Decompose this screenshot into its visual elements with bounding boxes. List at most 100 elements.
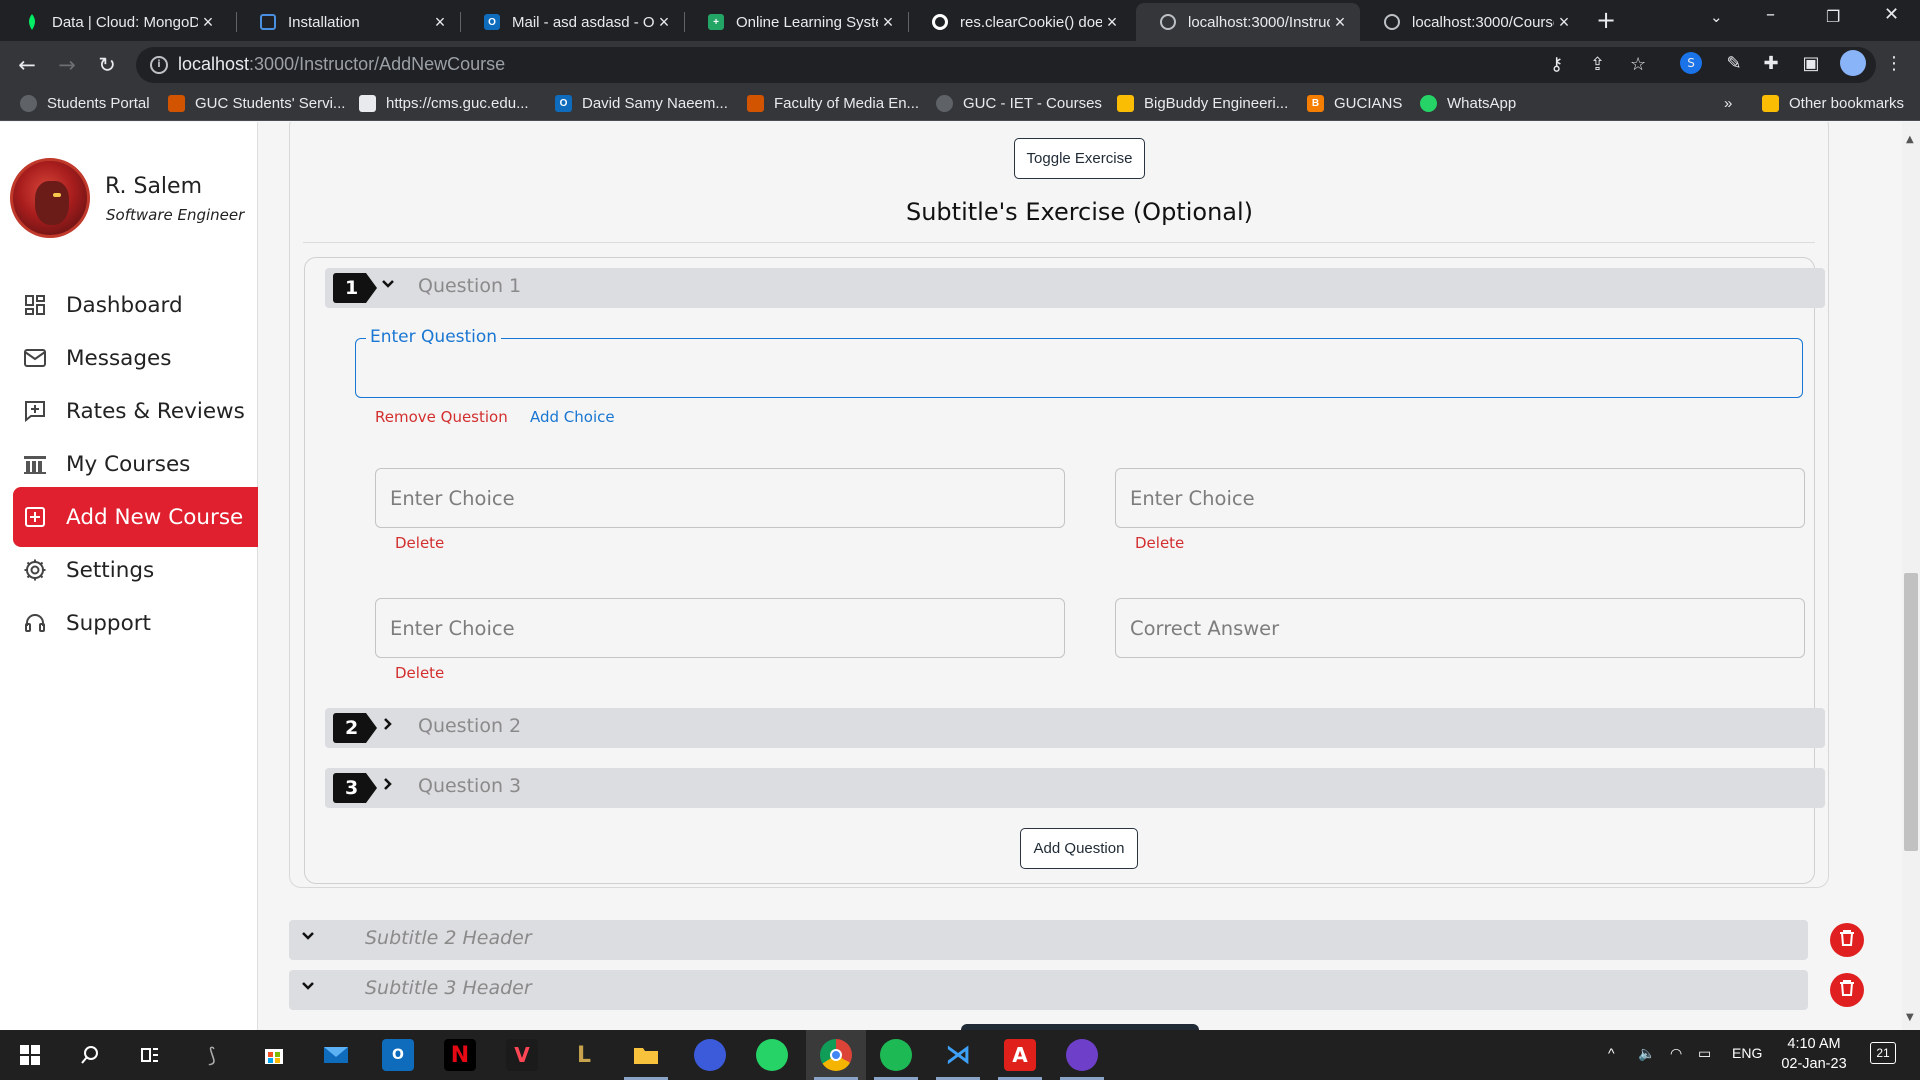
bookmark-cms[interactable]: https://cms.guc.edu... xyxy=(359,95,529,112)
bookmarks-overflow-button[interactable]: » xyxy=(1724,95,1732,112)
bookmark-guc-services[interactable]: GUC Students' Servi... xyxy=(168,95,345,112)
subtitle-accordion-3[interactable]: Subtitle 3 Header xyxy=(289,970,1808,1010)
bookmark-students-portal[interactable]: Students Portal xyxy=(20,95,150,112)
tab-instructor-active[interactable]: localhost:3000/Instructor × xyxy=(1136,3,1360,41)
windows-start-icon[interactable] xyxy=(14,1039,46,1071)
bookmark-gucians[interactable]: B GUCIANS xyxy=(1307,95,1402,112)
tab-online-learning[interactable]: + Online Learning System × xyxy=(684,3,908,41)
bookmark-bigbuddy[interactable]: BigBuddy Engineeri... xyxy=(1117,95,1288,112)
site-info-icon[interactable]: i xyxy=(150,56,168,74)
url-text[interactable]: localhost:3000/Instructor/AddNewCourse xyxy=(178,54,505,75)
close-icon[interactable]: × xyxy=(654,12,674,33)
mail-icon[interactable] xyxy=(320,1039,352,1071)
puzzle-extensions-icon[interactable]: ✚ xyxy=(1759,51,1783,75)
other-bookmarks-folder[interactable]: Other bookmarks xyxy=(1762,95,1904,112)
chevron-down-icon[interactable] xyxy=(301,928,315,947)
choice-input[interactable] xyxy=(1116,469,1804,527)
subtitle-accordion-2[interactable]: Subtitle 2 Header xyxy=(289,920,1808,960)
question-accordion-2[interactable]: 2 Question 2 xyxy=(325,708,1825,748)
bookmark-iet-courses[interactable]: GUC - IET - Courses xyxy=(936,95,1102,112)
share-icon[interactable]: ⇪ xyxy=(1590,54,1605,75)
search-icon[interactable] xyxy=(74,1039,106,1071)
question-accordion-3[interactable]: 3 Question 3 xyxy=(325,768,1825,808)
question-field[interactable]: Enter Question xyxy=(355,327,1803,398)
delete-choice-button[interactable]: Delete xyxy=(1135,534,1184,552)
tray-chevron-up-icon[interactable]: ^ xyxy=(1608,1045,1615,1061)
reload-icon[interactable]: ↻ xyxy=(93,51,121,79)
sidebar-item-settings[interactable]: Settings xyxy=(13,540,258,600)
bookmark-whatsapp[interactable]: WhatsApp xyxy=(1420,95,1516,112)
spotify-icon[interactable] xyxy=(880,1039,912,1071)
forward-arrow-icon[interactable]: → xyxy=(53,51,81,79)
back-arrow-icon[interactable]: ← xyxy=(13,51,41,79)
store-icon[interactable] xyxy=(258,1039,290,1071)
github-desktop-icon[interactable] xyxy=(1066,1039,1098,1071)
pen-extension-icon[interactable]: ✎ xyxy=(1722,51,1746,75)
add-question-button[interactable]: Add Question xyxy=(1020,828,1138,869)
scroll-up-arrow-icon[interactable]: ▲ xyxy=(1906,134,1914,145)
key-icon[interactable]: ⚷ xyxy=(1550,54,1563,75)
choice-field-3[interactable] xyxy=(375,598,1065,658)
choice-field-1[interactable] xyxy=(375,468,1065,528)
valorant-icon[interactable]: V xyxy=(506,1039,538,1071)
question-accordion-1[interactable]: 1 Question 1 xyxy=(325,268,1825,308)
chevron-down-icon[interactable] xyxy=(381,276,395,295)
side-panel-icon[interactable]: ▣ xyxy=(1799,51,1823,75)
close-icon[interactable]: × xyxy=(1554,12,1574,33)
scroll-down-arrow-icon[interactable]: ▼ xyxy=(1906,1012,1914,1023)
delete-subtitle-button[interactable] xyxy=(1830,973,1864,1007)
scrollbar-thumb[interactable] xyxy=(1904,573,1918,851)
acrobat-icon[interactable]: A xyxy=(1004,1039,1036,1071)
toggle-exercise-button[interactable]: Toggle Exercise xyxy=(1014,138,1145,179)
close-icon[interactable]: × xyxy=(1330,12,1350,33)
delete-choice-button[interactable]: Delete xyxy=(395,534,444,552)
chevron-down-icon[interactable] xyxy=(301,978,315,997)
bookmark-faculty-media[interactable]: Faculty of Media En... xyxy=(747,95,919,112)
sidebar-item-support[interactable]: Support xyxy=(13,593,258,653)
notifications-badge[interactable]: 21 xyxy=(1870,1042,1896,1064)
chrome-alt-icon[interactable] xyxy=(694,1039,726,1071)
sidebar-item-rates-reviews[interactable]: Rates & Reviews xyxy=(13,381,258,441)
chevron-right-icon[interactable] xyxy=(381,716,395,735)
wifi-icon[interactable]: ◠ xyxy=(1670,1045,1682,1062)
sidebar-item-my-courses[interactable]: My Courses xyxy=(13,434,258,494)
choice-input[interactable] xyxy=(376,469,1064,527)
add-choice-button[interactable]: Add Choice xyxy=(530,408,615,426)
choice-field-2[interactable] xyxy=(1115,468,1805,528)
netflix-icon[interactable]: N xyxy=(444,1039,476,1071)
sidebar-item-add-new-course[interactable]: Add New Course xyxy=(13,487,258,547)
correct-answer-input[interactable] xyxy=(1116,599,1804,657)
predator-icon[interactable]: ⟆ xyxy=(196,1039,228,1071)
language-indicator[interactable]: ENG xyxy=(1732,1045,1762,1061)
delete-subtitle-button[interactable] xyxy=(1830,923,1864,957)
correct-answer-field[interactable] xyxy=(1115,598,1805,658)
choice-input[interactable] xyxy=(376,599,1064,657)
display-icon[interactable]: ▭ xyxy=(1698,1045,1711,1062)
volume-icon[interactable]: 🔈 xyxy=(1638,1045,1655,1062)
close-icon[interactable]: × xyxy=(430,12,450,33)
extension-shazam-icon[interactable]: S xyxy=(1680,52,1702,74)
bookmark-star-icon[interactable]: ☆ xyxy=(1630,54,1646,75)
address-bar[interactable]: i localhost:3000/Instructor/AddNewCourse… xyxy=(136,47,1876,83)
restore-icon[interactable]: ❐ xyxy=(1826,7,1840,26)
tab-search-chevron-icon[interactable]: ⌄ xyxy=(1710,8,1723,26)
whatsapp-icon[interactable] xyxy=(756,1039,788,1071)
chrome-icon[interactable] xyxy=(820,1039,852,1071)
tab-github[interactable]: res.clearCookie() does × xyxy=(908,3,1132,41)
minimize-icon[interactable]: – xyxy=(1766,4,1775,25)
sidebar-item-messages[interactable]: Messages xyxy=(13,328,258,388)
new-tab-plus-icon[interactable]: + xyxy=(1596,6,1616,34)
outlook-icon[interactable]: O xyxy=(382,1039,414,1071)
delete-choice-button[interactable]: Delete xyxy=(395,664,444,682)
chevron-right-icon[interactable] xyxy=(381,776,395,795)
tab-mongodb[interactable]: Data | Cloud: MongoDB × xyxy=(0,3,228,41)
tab-course[interactable]: localhost:3000/Course × xyxy=(1360,3,1584,41)
clock[interactable]: 4:10 AM 02-Jan-23 xyxy=(1768,1034,1860,1074)
menu-dots-icon[interactable]: ⋮ xyxy=(1882,51,1906,75)
profile-avatar-icon[interactable] xyxy=(1840,50,1866,76)
bookmark-outlook[interactable]: O David Samy Naeem... xyxy=(555,95,728,112)
close-icon[interactable]: × xyxy=(1102,12,1122,33)
question-input[interactable] xyxy=(356,339,1802,397)
remove-question-button[interactable]: Remove Question xyxy=(375,408,508,426)
task-view-icon[interactable] xyxy=(134,1039,166,1071)
